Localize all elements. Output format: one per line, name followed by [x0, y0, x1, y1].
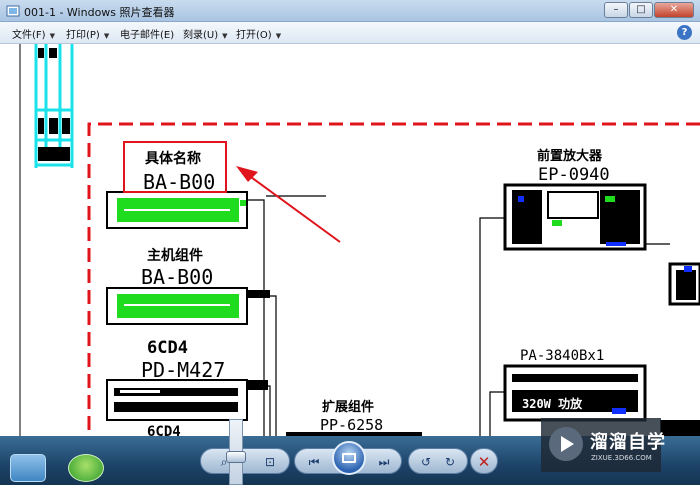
watermark: 溜溜自学 ZIXUE.3D66.COM: [541, 418, 665, 472]
unit-f-model: EP-0940: [538, 165, 610, 185]
unit-f: [503, 183, 647, 251]
chevron-down-icon: ▼: [103, 32, 110, 40]
app-shortcut-icon: [68, 454, 104, 482]
menu-bar: 文件(F) ▼ 打印(P) ▼ 电子邮件(E) 刻录(U) ▼ 打开(O) ▼ ?: [0, 22, 700, 44]
menu-burn[interactable]: 刻录(U) ▼: [183, 26, 228, 41]
help-icon[interactable]: ?: [677, 25, 692, 40]
next-icon[interactable]: ⏭: [375, 453, 393, 471]
unit-b: [106, 287, 270, 325]
previous-icon[interactable]: ⏮: [305, 453, 323, 471]
unit-b-name: 主机组件: [147, 247, 203, 264]
rotate-left-icon[interactable]: ↺: [417, 453, 435, 471]
chevron-down-icon: ▼: [49, 32, 55, 40]
image-viewport[interactable]: 具体名称 BA-B00 主机组件 BA-B00 6CD4 PD-M427 6CD: [0, 44, 700, 436]
zoom-slider-thumb[interactable]: [226, 451, 246, 463]
watermark-title: 溜溜自学: [590, 432, 666, 453]
close-button[interactable]: ✕: [654, 2, 694, 18]
watermark-url: ZIXUE.3D66.COM: [591, 454, 652, 462]
unit-b-model: BA-B00: [141, 265, 213, 289]
slideshow-icon: [342, 453, 356, 463]
unit-d-name: 6CD4: [147, 424, 181, 436]
menu-email-label: 电子邮件(E): [120, 30, 175, 41]
title-bar: 001-1 - Windows 照片查看器 – □ ✕: [0, 0, 700, 22]
unit-c-name: 6CD4: [147, 338, 188, 358]
menu-file-label: 文件(F): [12, 30, 46, 41]
cyan-grid-marks: [38, 48, 70, 161]
unit-c-model: PD-M427: [141, 358, 225, 382]
rotate-group: ↺ ↻: [408, 448, 468, 474]
menu-burn-label: 刻录(U): [183, 30, 219, 41]
actual-size-icon[interactable]: ⊡: [261, 453, 279, 471]
photo-viewer-icon: [6, 5, 20, 17]
image-thumbnail-icon: [10, 454, 46, 482]
unit-right-partial: [668, 262, 700, 306]
menu-email[interactable]: 电子邮件(E): [120, 26, 174, 41]
chevron-down-icon: ▼: [222, 32, 228, 40]
watermark-logo-icon: [549, 427, 583, 461]
delete-group: ✕: [470, 448, 498, 474]
rotate-right-icon[interactable]: ↻: [441, 453, 459, 471]
pointer-arrow: [236, 166, 341, 243]
menu-print-label: 打印(P): [66, 30, 100, 41]
unit-g-model: PA-3840Bx1: [520, 348, 604, 364]
unit-f-name: 前置放大器: [537, 148, 603, 164]
unit-e-model: PP-6258: [320, 416, 383, 434]
menu-file[interactable]: 文件(F) ▼: [12, 26, 55, 41]
unit-a-model: BA-B00: [143, 170, 215, 194]
unit-a: [106, 191, 248, 229]
minimize-button[interactable]: –: [604, 2, 628, 18]
unit-g-panel-label: 320W 功放: [522, 396, 583, 411]
window-title: 001-1 - Windows 照片查看器: [24, 6, 175, 19]
unit-c: [106, 379, 268, 421]
unit-a-name: 具体名称: [144, 150, 201, 167]
delete-icon[interactable]: ✕: [475, 453, 493, 471]
maximize-button[interactable]: □: [629, 2, 653, 18]
slideshow-button[interactable]: [332, 441, 366, 475]
unit-e-name: 扩展组件: [322, 399, 374, 415]
menu-open[interactable]: 打开(O) ▼: [236, 26, 281, 41]
menu-open-label: 打开(O): [236, 30, 272, 41]
window-controls: – □ ✕: [603, 2, 694, 18]
chevron-down-icon: ▼: [275, 32, 282, 40]
cad-drawing: 具体名称 BA-B00 主机组件 BA-B00 6CD4 PD-M427 6CD: [19, 44, 700, 436]
menu-print[interactable]: 打印(P) ▼: [66, 26, 109, 41]
